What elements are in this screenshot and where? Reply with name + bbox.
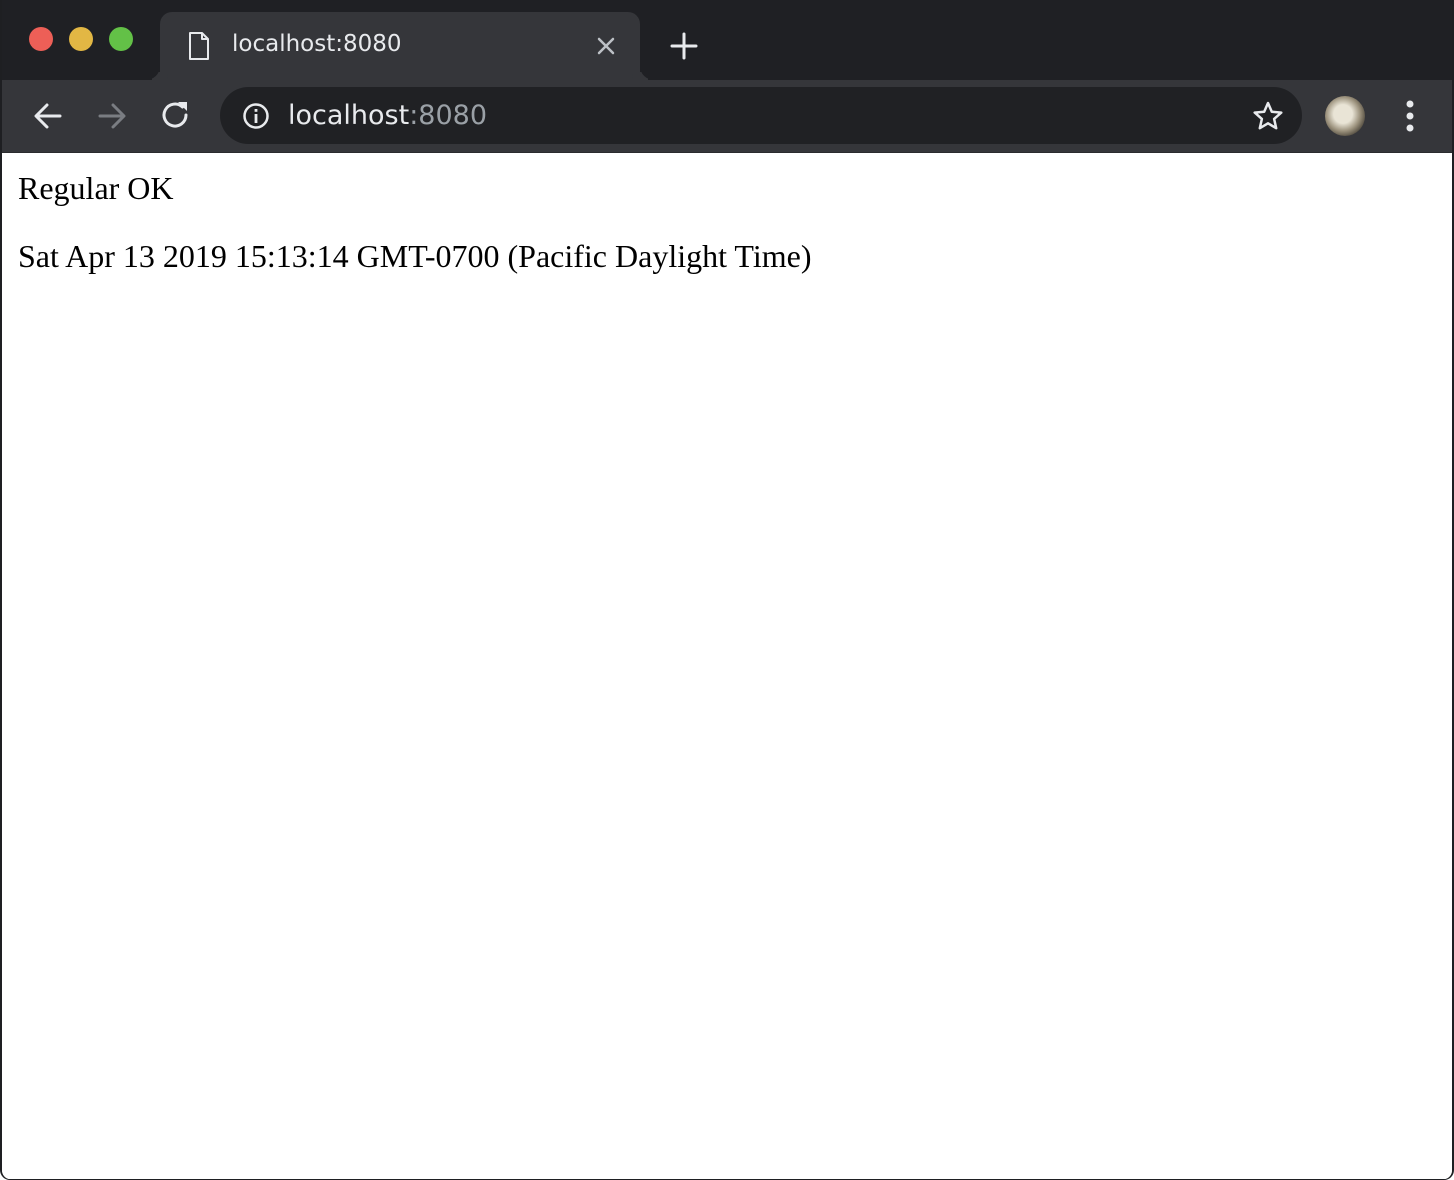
tab-title: localhost:8080 — [232, 31, 402, 57]
tab-active[interactable]: localhost:8080 — [160, 12, 640, 80]
tab-strip: localhost:8080 — [2, 0, 1452, 80]
browser-window: localhost:8080 localhost:8080 Regular OK… — [0, 0, 1454, 1180]
timestamp-text: Sat Apr 13 2019 15:13:14 GMT-0700 (Pacif… — [18, 238, 812, 274]
window-close-button[interactable] — [29, 27, 53, 51]
info-icon[interactable] — [242, 102, 270, 130]
url-port: :8080 — [409, 100, 488, 131]
document-icon — [189, 32, 209, 60]
address-url[interactable]: localhost:8080 — [288, 100, 487, 131]
toolbar: localhost:8080 — [2, 80, 1452, 153]
address-bar[interactable]: localhost:8080 — [220, 87, 1302, 144]
page-content: Regular OK Sat Apr 13 2019 15:13:14 GMT-… — [2, 154, 1452, 1179]
forward-arrow-icon[interactable] — [94, 98, 130, 134]
url-host: localhost — [288, 100, 410, 131]
status-text: Regular OK — [18, 170, 174, 206]
avatar[interactable] — [1325, 96, 1365, 136]
back-arrow-icon[interactable] — [30, 98, 66, 134]
window-maximize-button[interactable] — [109, 27, 133, 51]
reload-icon[interactable] — [158, 98, 194, 134]
close-icon[interactable] — [594, 34, 618, 58]
star-icon[interactable] — [1252, 100, 1284, 132]
kebab-menu-icon[interactable] — [1394, 96, 1426, 136]
plus-icon[interactable] — [668, 30, 700, 62]
window-minimize-button[interactable] — [69, 27, 93, 51]
